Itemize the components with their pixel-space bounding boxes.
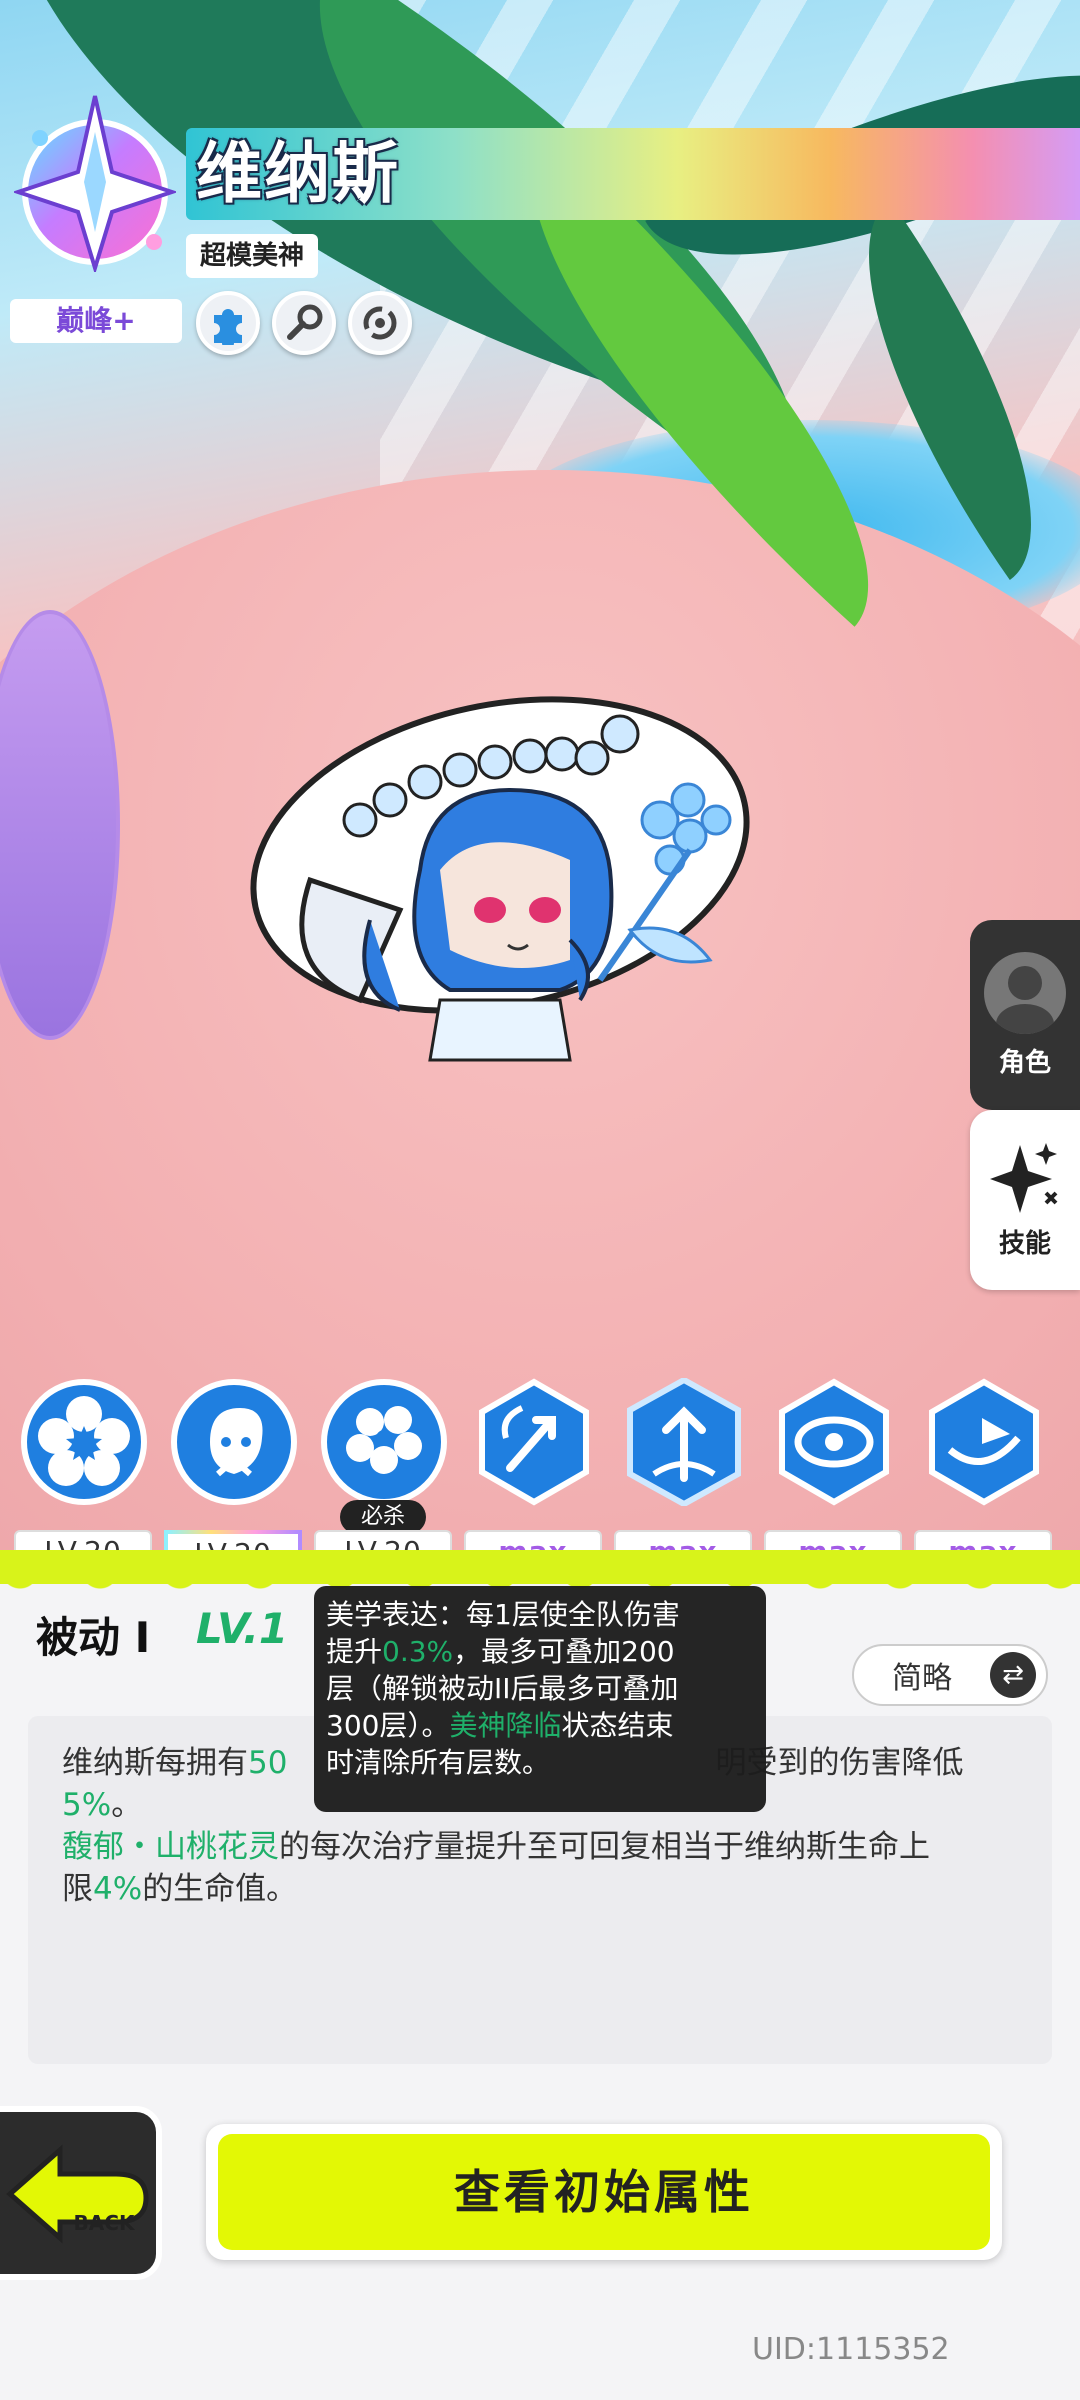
- sparkle-icon: [990, 1142, 1058, 1213]
- keyword-tooltip: 美学表达：每1层使全队伤害 提升0.3%，最多可叠加200 层（解锁被动II后最…: [314, 1586, 766, 1812]
- arrow-burst-icon: [479, 1378, 589, 1506]
- tooltip-line: 提升0.3%，最多可叠加200: [326, 1633, 756, 1670]
- swap-icon: ⇄: [990, 1652, 1036, 1698]
- description-text: 。: [111, 1787, 143, 1823]
- tooltip-line: 300层）。美神降临状态结束: [326, 1707, 756, 1744]
- description-text: 的每次治疗量提升至可回复相当于维纳斯生命上: [279, 1829, 930, 1865]
- brief-toggle-label: 简略: [892, 1661, 952, 1696]
- mascot-icon: [171, 1379, 297, 1505]
- description-line: 5%。: [62, 1784, 142, 1826]
- tooltip-highlight: 0.3%: [382, 1635, 454, 1668]
- brief-toggle-button[interactable]: 简略 ⇄: [852, 1644, 1048, 1706]
- back-label: BACK: [74, 2211, 136, 2235]
- tab-skill-label: 技能: [998, 1228, 1051, 1259]
- skill-slot-2[interactable]: LV.20: [164, 1372, 304, 1578]
- rank-badge: 巅峰+: [10, 299, 182, 343]
- description-highlight: 4%: [93, 1871, 143, 1907]
- spin-arrow-icon: [929, 1378, 1039, 1506]
- skill-level: LV.1: [196, 1604, 289, 1653]
- cycle-icon[interactable]: [348, 291, 412, 355]
- tooltip-text: 300层）。: [326, 1709, 450, 1742]
- description-line: 馥郁・山桃花灵的每次治疗量提升至可回复相当于维纳斯生命上: [62, 1826, 930, 1868]
- back-button[interactable]: BACK: [0, 2112, 156, 2274]
- character-sprite: [250, 696, 750, 1062]
- view-initial-attributes-label: 查看初始属性: [218, 2134, 990, 2250]
- tooltip-line: 层（解锁被动II后最多可叠加: [326, 1672, 679, 1705]
- view-initial-attributes-button[interactable]: 查看初始属性: [206, 2124, 1002, 2260]
- description-highlight: 馥郁・山桃花灵: [62, 1829, 279, 1865]
- skill-list: LV.20 LV.20 必杀 LV.20 max: [14, 1372, 1066, 1578]
- slime-divider: [0, 1550, 1080, 1600]
- description-line: 限4%的生命值。: [62, 1868, 297, 1910]
- skill-slot-6[interactable]: max: [764, 1372, 904, 1578]
- tooltip-line: 时清除所有层数。: [326, 1746, 551, 1779]
- role-icons: [196, 291, 412, 355]
- fountain-icon: [627, 1378, 741, 1506]
- wrench-icon[interactable]: [272, 291, 336, 355]
- rarity-emblem-icon: [14, 95, 176, 272]
- tab-skill[interactable]: 技能: [970, 1110, 1080, 1290]
- back-arrow-icon: BACK: [6, 2144, 149, 2244]
- tooltip-text: ，最多可叠加200: [453, 1635, 675, 1668]
- skill-name: 被动 I: [36, 1613, 151, 1662]
- description-text: 限: [62, 1871, 93, 1907]
- vortex-icon: [779, 1378, 889, 1506]
- user-id: UID:1115352: [752, 2332, 950, 2367]
- skill-slot-7[interactable]: max: [914, 1372, 1054, 1578]
- tab-role-label: 角色: [998, 1047, 1051, 1078]
- skill-slot-3[interactable]: 必杀 LV.20: [314, 1372, 454, 1578]
- description-text: 维纳斯每拥有: [62, 1745, 248, 1781]
- tooltip-text: 提升: [326, 1635, 383, 1668]
- skill-slot-5[interactable]: max: [614, 1372, 754, 1578]
- tooltip-text: 状态结束: [561, 1709, 674, 1742]
- skill-slot-4[interactable]: max: [464, 1372, 604, 1578]
- description-text: 的生命值。: [142, 1871, 298, 1907]
- avatar-icon: [984, 951, 1066, 1034]
- description-highlight: 50: [248, 1745, 288, 1781]
- hydrangea-icon: [321, 1379, 447, 1505]
- tooltip-highlight: 美神降临: [449, 1709, 562, 1742]
- tooltip-line: 美学表达：每1层使全队伤害: [326, 1598, 680, 1631]
- flower-star-icon: [21, 1379, 147, 1505]
- puzzle-icon[interactable]: [196, 291, 260, 355]
- character-name: 维纳斯: [196, 135, 400, 212]
- skill-slot-1[interactable]: LV.20: [14, 1372, 154, 1578]
- ultimate-tag: 必杀: [340, 1500, 426, 1534]
- character-title-badge: 超模美神: [186, 234, 319, 278]
- tab-role[interactable]: 角色: [970, 920, 1080, 1110]
- description-highlight: 5%: [62, 1787, 112, 1823]
